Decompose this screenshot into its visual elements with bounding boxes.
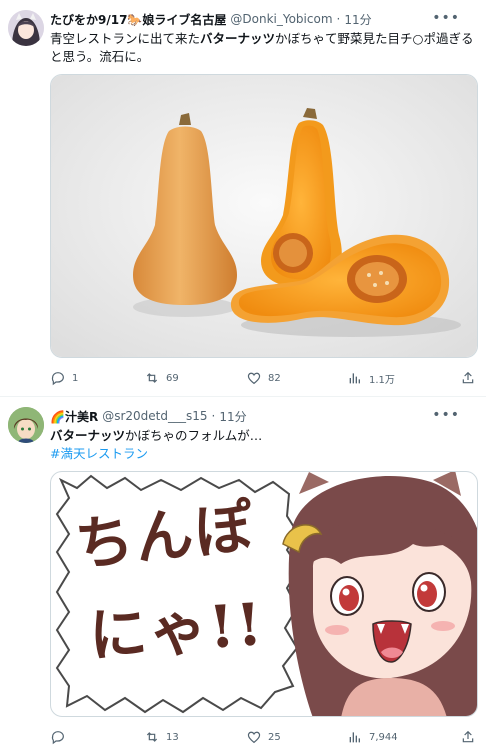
retweet-button[interactable]: 13 [144, 727, 179, 747]
hashtag-link[interactable]: #満天レストラン [50, 446, 148, 461]
tweet-text-bold: バターナッツ [50, 428, 126, 443]
timestamp[interactable]: 11分 [344, 11, 371, 28]
tweet-header: たびをか9/17🐎娘ライブ名古屋 @Donki_Yobicom · 11分 ••… [50, 10, 474, 28]
timestamp[interactable]: 11分 [219, 408, 246, 425]
tweet[interactable]: 🌈汁美R @sr20detd___s15 · 11分 ••• バターナッツかぼち… [0, 397, 486, 754]
tweet-actions: 1 69 82 1.1万 [50, 368, 478, 388]
more-icon[interactable]: ••• [432, 407, 460, 423]
tweet-text: バターナッツかぼちゃのフォルムが… #満天レストラン [50, 427, 474, 463]
reply-count: 1 [72, 372, 79, 384]
tweet-image[interactable] [50, 74, 478, 358]
reply-button[interactable]: 1 [50, 368, 78, 388]
views-icon [349, 373, 360, 384]
share-button[interactable] [460, 368, 476, 388]
avatar[interactable] [8, 10, 44, 46]
avatar[interactable] [8, 407, 44, 443]
retweet-count: 13 [166, 731, 179, 743]
share-button[interactable] [460, 727, 476, 747]
share-icon [462, 371, 474, 384]
tweet-text-part: かぼちゃのフォルムが… [125, 428, 263, 443]
tweet-actions: 13 25 7,944 [50, 727, 478, 747]
like-button[interactable]: 82 [246, 368, 281, 388]
reply-button[interactable] [50, 727, 72, 747]
separator-dot: · [211, 409, 216, 423]
like-count: 25 [268, 731, 281, 743]
display-name[interactable]: たびをか9/17🐎娘ライブ名古屋 [50, 11, 226, 28]
user-handle[interactable]: @Donki_Yobicom [230, 12, 332, 26]
views-button[interactable]: 7,944 [347, 727, 398, 747]
like-button[interactable]: 25 [246, 727, 281, 747]
tweet-image[interactable]: ちんぽ にゃ!! [50, 471, 478, 717]
tweet-text-part: 青空レストランに出て来た [50, 31, 201, 46]
tweet-header: 🌈汁美R @sr20detd___s15 · 11分 ••• [50, 407, 474, 425]
tweet[interactable]: たびをか9/17🐎娘ライブ名古屋 @Donki_Yobicom · 11分 ••… [0, 0, 486, 397]
separator-dot: · [336, 12, 341, 26]
display-name[interactable]: 🌈汁美R [50, 408, 98, 425]
views-button[interactable]: 1.1万 [347, 368, 395, 388]
heart-icon [247, 731, 261, 744]
manga-caption-line2: にゃ!! [86, 589, 267, 671]
views-icon [349, 732, 360, 743]
share-icon [462, 730, 474, 743]
retweet-icon [146, 732, 158, 742]
views-count: 7,944 [369, 731, 398, 743]
retweet-icon [146, 373, 158, 383]
reply-icon [51, 731, 64, 745]
views-count: 1.1万 [369, 374, 395, 386]
user-handle[interactable]: @sr20detd___s15 [102, 409, 207, 423]
heart-icon [247, 372, 261, 385]
like-count: 82 [268, 372, 281, 384]
retweet-button[interactable]: 69 [144, 368, 179, 388]
tweet-text: 青空レストランに出て来たバターナッツかぼちゃて野菜見た目チ○ポ過ぎると思う。流石… [50, 30, 474, 66]
more-icon[interactable]: ••• [432, 10, 460, 26]
tweet-text-bold: バターナッツ [200, 31, 276, 46]
retweet-count: 69 [166, 372, 179, 384]
reply-icon [51, 372, 64, 386]
